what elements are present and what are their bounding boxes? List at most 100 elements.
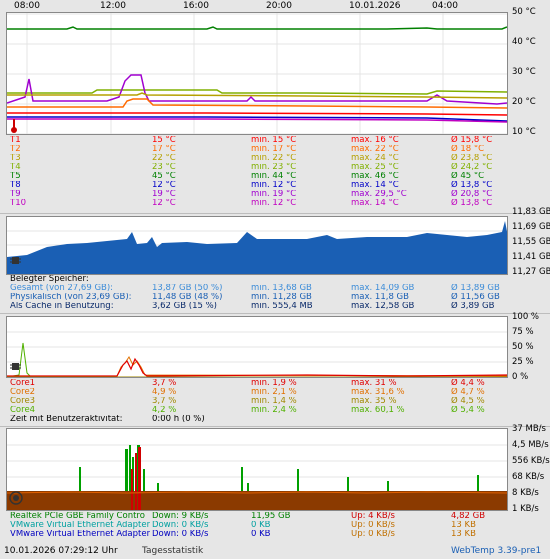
temp-row: T10 12 °C min. 12 °C max. 14 °C Ø 13,8 °C [6,199,546,208]
series-t4 [7,89,507,95]
min-value: min. 1,4 % [251,397,297,406]
network-row: VMware Virtual Ethernet Adapter 1 Down: 0… [6,530,546,539]
series-t5 [7,26,507,30]
current-value: 23 °C [152,163,176,172]
max-value: max. 16 °C [351,136,399,145]
avg-value: Ø 13,8 °C [451,181,493,190]
adapter-name: Realtek PCIe GBE Family Contro [10,512,145,521]
max-value: max. 35 % [351,397,397,406]
version-link[interactable]: WebTemp 3.39-pre1 [451,546,541,556]
y-tick: 75 % [512,327,534,337]
avg-value: Ø 23,8 °C [451,154,493,163]
current-value: 4,9 % [152,388,177,397]
sensor-name: T2 [10,145,21,154]
time-label: 12:00 [100,1,126,11]
max-value: max. 22 °C [351,145,399,154]
avg-value: Ø 18 °C [451,145,485,154]
series-core2 [7,356,507,377]
max-value: max. 60,1 % [351,406,405,415]
time-label: 10.01.2026 [349,1,401,11]
network-plot [7,444,507,510]
memory-row: Gesamt (von 27,69 GB): 13,87 GB (50 %) min… [6,284,546,293]
temperature-plot [7,13,507,134]
current-value: 13,87 GB (50 %) [152,284,223,293]
memory-y-axis: 11,83 GB 11,69 GB 11,55 GB 11,41 GB 11,2… [510,206,550,278]
max-value: max. 14,09 GB [351,284,415,293]
cpu-row: Core3 3,7 % min. 1,4 % max. 35 % Ø 4,5 % [6,397,546,406]
temp-row: T9 19 °C min. 19 °C max. 29,5 °C Ø 20,8 °C [6,190,546,199]
network-row: VMware Virtual Ethernet Adapter 1 Down: 0… [6,521,546,530]
cpu-row: Core1 3,7 % min. 1,9 % max. 31 % Ø 4,4 % [6,379,546,388]
avg-value: Ø 13,89 GB [451,284,500,293]
y-tick: 37 MB/s [512,424,546,434]
current-value: 45 °C [152,172,176,181]
min-value: min. 44 °C [251,172,297,181]
core-name: Core2 [10,388,36,397]
min-value: min. 12 °C [251,181,297,190]
min-value: min. 15 °C [251,136,297,145]
avg-value: Ø 15,8 °C [451,136,493,145]
min-value: min. 11,28 GB [251,293,312,302]
upload-total: 13 KB [451,521,476,530]
network-y-axis: 37 MB/s 4,5 MB/s 556 KB/s 68 KB/s 8 KB/s… [510,422,550,514]
y-tick: 4,5 MB/s [512,440,549,450]
y-tick: 11,55 GB [512,237,550,247]
time-label: 16:00 [183,1,209,11]
current-value: 11,48 GB (48 %) [152,293,223,302]
memory-name: Als Cache in Benutzung: [10,302,114,311]
sensor-name: T3 [10,154,21,163]
cpu-chip-icon [10,361,21,372]
download-total: 0 KB [251,521,271,530]
sensor-name: T10 [10,199,27,208]
current-value: 3,7 % [152,379,177,388]
network-upload-spikes [131,447,141,510]
current-value: 12 °C [152,181,176,190]
current-value: 22 °C [152,154,176,163]
download-rate: Down: 9 KB/s [152,512,209,521]
y-tick: 11,83 GB [512,207,550,217]
memory-area [7,221,507,274]
min-value: min. 23 °C [251,163,297,172]
network-legend: Realtek PCIe GBE Family Contro Down: 9 KB… [6,512,550,540]
divider [0,213,550,214]
download-rate: Down: 0 KB/s [152,521,209,530]
daily-stats-link[interactable]: Tagesstatistik [142,546,203,556]
temp-row: T3 22 °C min. 22 °C max. 24 °C Ø 23,8 °C [6,154,546,163]
min-value: min. 2,4 % [251,406,297,415]
upload-rate: Up: 4 KB/s [351,512,395,521]
memory-row: Physikalisch (von 23,69 GB): 11,48 GB (48… [6,293,546,302]
avg-value: Ø 20,8 °C [451,190,493,199]
y-tick: 25 % [512,357,534,367]
avg-value: Ø 45 °C [451,172,485,181]
cpu-legend: Core1 3,7 % min. 1,9 % max. 31 % Ø 4,4 % Cor… [6,379,550,425]
min-value: min. 13,68 GB [251,284,312,293]
y-tick: 11,41 GB [512,252,550,262]
series-t10 [7,118,507,123]
download-rate: Down: 0 KB/s [152,530,209,539]
footer: 10.01.2026 07:29:12 Uhr Tagesstatistik W… [0,545,550,559]
upload-total: 4,82 GB [451,512,486,521]
min-value: min. 17 °C [251,145,297,154]
network-row: Realtek PCIe GBE Family Contro Down: 9 KB… [6,512,546,521]
cpu-row: Core2 4,9 % min. 2,1 % max. 31,6 % Ø 4,7 % [6,388,546,397]
sensor-name: T1 [10,136,21,145]
temp-row: T2 17 °C min. 17 °C max. 22 °C Ø 18 °C [6,145,546,154]
series-t9 [7,74,507,105]
network-icon [9,491,23,505]
max-value: max. 11,8 GB [351,293,409,302]
max-value: max. 29,5 °C [351,190,407,199]
max-value: max. 46 °C [351,172,399,181]
temp-row: T5 45 °C min. 44 °C max. 46 °C Ø 45 °C [6,172,546,181]
adapter-name: VMware Virtual Ethernet Adapter 1 [10,530,150,539]
avg-value: Ø 4,7 % [451,388,485,397]
current-value: 4,2 % [152,406,177,415]
y-tick: 40 °C [512,37,536,47]
memory-header: Belegter Speicher: [6,275,546,284]
avg-value: Ø 11,56 GB [451,293,500,302]
current-value: 19 °C [152,190,176,199]
temp-row: T4 23 °C min. 23 °C max. 25 °C Ø 24,2 °C [6,163,546,172]
divider [0,313,550,314]
cpu-y-axis: 100 % 75 % 50 % 25 % 0 % [510,310,550,382]
activity-row: Zeit mit Benutzeraktivität: 0:00 h (0 %) [6,415,546,424]
min-value: min. 19 °C [251,190,297,199]
